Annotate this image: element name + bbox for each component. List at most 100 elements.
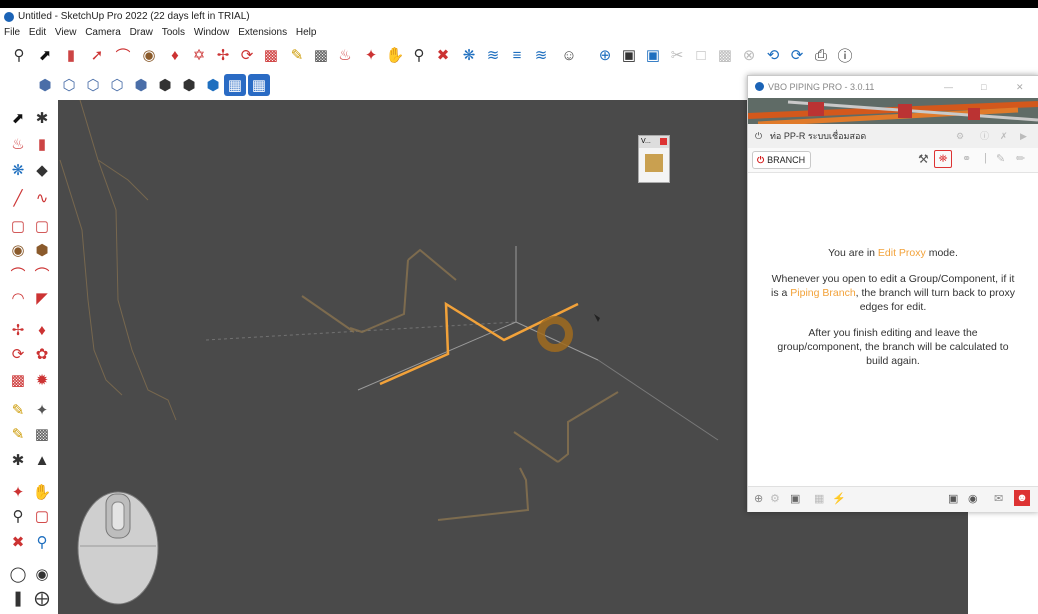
extension-warehouse-icon[interactable]: ≋	[482, 44, 504, 66]
menu-window[interactable]: Window	[194, 27, 230, 38]
circle-icon[interactable]: ◉	[138, 44, 160, 66]
zoom-icon[interactable]: ⚲	[408, 44, 430, 66]
branch-button[interactable]: ⏻ BRANCH	[752, 151, 812, 169]
menu-file[interactable]: File	[4, 27, 20, 38]
doc-icon[interactable]: ▣	[790, 492, 800, 505]
close-window-icon[interactable]: ✕	[1016, 76, 1024, 98]
cut-icon[interactable]: ✂	[666, 44, 688, 66]
pan-nav-icon[interactable]: ✋	[32, 482, 52, 502]
orbit-tool-icon[interactable]: ✱	[32, 108, 52, 128]
zoom-extents-nav-icon[interactable]: ✖	[8, 532, 28, 552]
follow-me-icon[interactable]: ✡	[188, 44, 210, 66]
pencil-line-icon[interactable]: ➚	[86, 44, 108, 66]
back-edges-icon[interactable]: ⬡	[58, 74, 80, 96]
store-icon[interactable]: ▣	[948, 492, 958, 505]
orbit-nav-icon[interactable]: ✦	[8, 482, 28, 502]
menu-tools[interactable]: Tools	[162, 27, 185, 38]
copy-icon[interactable]: □	[690, 44, 712, 66]
orbit-icon[interactable]: ✦	[360, 44, 382, 66]
grid-icon[interactable]: ▦	[814, 492, 824, 505]
offset-tool-icon[interactable]: ✹	[32, 370, 52, 390]
text-icon[interactable]: ▩	[310, 44, 332, 66]
user-icon[interactable]: ☻	[1014, 490, 1030, 506]
xray-style-icon[interactable]: ⬢	[34, 74, 56, 96]
scale-icon[interactable]: ▩	[260, 44, 282, 66]
paste-icon[interactable]: ▩	[714, 44, 736, 66]
protractor-icon[interactable]: ✎	[8, 424, 28, 444]
zoom-nav-icon[interactable]: ⚲	[8, 506, 28, 526]
redo-icon[interactable]: ⟳	[786, 44, 808, 66]
pipe-wrench-icon[interactable]: ✗	[1000, 124, 1008, 148]
select-arrow-icon[interactable]: ⬈	[8, 108, 28, 128]
facebook-icon[interactable]: ◉	[968, 492, 978, 505]
menu-edit[interactable]: Edit	[29, 27, 46, 38]
info-icon[interactable]: ⓘ	[834, 44, 856, 66]
scale-tool-icon[interactable]: ▩	[8, 370, 28, 390]
arc-icon[interactable]: ⌒	[112, 44, 134, 66]
menu-draw[interactable]: Draw	[130, 27, 153, 38]
eraser-icon[interactable]: ▮	[60, 44, 82, 66]
plug-icon[interactable]: ⚡	[832, 492, 846, 505]
piping-plugin-icon-2[interactable]: ▦	[248, 74, 270, 96]
minimize-icon[interactable]: —	[944, 76, 953, 98]
axes-tool-icon[interactable]: ✱	[8, 450, 28, 470]
mail-icon[interactable]: ✉	[994, 492, 1003, 505]
component-tool-icon[interactable]: ❋	[8, 160, 28, 180]
monochrome-icon[interactable]: ⬢	[178, 74, 200, 96]
rectangle-icon[interactable]: ▢	[8, 216, 28, 236]
save-icon[interactable]: ▣	[642, 44, 664, 66]
section-icon[interactable]: ⨁	[32, 588, 52, 608]
piping-plugin-icon-1[interactable]: ▦	[224, 74, 246, 96]
zoom-window-icon[interactable]: ▢	[32, 506, 52, 526]
two-point-arc-icon[interactable]: ⌒	[32, 264, 52, 284]
previous-view-icon[interactable]: ⚲	[32, 532, 52, 552]
three-point-arc-icon[interactable]: ◤	[32, 288, 52, 308]
undo-icon[interactable]: ⟲	[762, 44, 784, 66]
select-tool-icon[interactable]: ⬈	[34, 44, 56, 66]
pen-icon[interactable]: ✏	[1016, 152, 1025, 165]
print-icon[interactable]: ⎙	[810, 44, 832, 66]
pipe-info-icon[interactable]: ⓘ	[980, 124, 989, 148]
shaded-textures-icon[interactable]: ⬢	[154, 74, 176, 96]
open-icon[interactable]: ▣	[618, 44, 640, 66]
arc-tool-icon[interactable]: ⌒	[8, 264, 28, 284]
close-icon[interactable]	[660, 138, 667, 145]
polygon-icon[interactable]: ⬢	[32, 240, 52, 260]
rotate-icon[interactable]: ⟳	[236, 44, 258, 66]
component-icon[interactable]: ⬢	[202, 74, 224, 96]
tape-tool-icon[interactable]: ✎	[8, 400, 28, 420]
circle-tool-icon[interactable]: ◉	[8, 240, 28, 260]
pan-icon[interactable]: ✋	[384, 44, 406, 66]
share-model-icon[interactable]: ≋	[530, 44, 552, 66]
play-icon[interactable]: ▶	[1020, 124, 1027, 148]
floating-toolbar[interactable]: V...	[638, 135, 670, 183]
hidden-line-icon[interactable]: ⬡	[106, 74, 128, 96]
zoom-extents-icon[interactable]: ✖	[432, 44, 454, 66]
pipe-type-row[interactable]: ⏻ ท่อ PP-R ระบบเชื่อมสอด ⚙ ⓘ ✗ ▶	[748, 124, 1038, 148]
move-tool-icon[interactable]: ✢	[8, 320, 28, 340]
line-tool-icon[interactable]: ╱	[8, 188, 28, 208]
delete-icon[interactable]: ⊗	[738, 44, 760, 66]
globe-icon[interactable]: ⊕	[754, 492, 763, 505]
edit-proxy-icon[interactable]: ⛯	[934, 150, 952, 168]
maximize-icon[interactable]: □	[981, 76, 986, 98]
rotate-tool-icon[interactable]: ⟳	[8, 344, 28, 364]
wireframe-icon[interactable]: ⬡	[82, 74, 104, 96]
look-around-icon[interactable]: ◉	[32, 564, 52, 584]
paint-icon[interactable]: ♨	[8, 134, 28, 154]
pie-icon[interactable]: ◠	[8, 288, 28, 308]
eraser-tool-icon[interactable]: ▮	[32, 134, 52, 154]
pipe-tool-icon[interactable]: ⚙	[956, 124, 964, 148]
shaded-icon[interactable]: ⬢	[130, 74, 152, 96]
walk-icon[interactable]: ❚	[8, 588, 28, 608]
layers-icon[interactable]: ≡	[506, 44, 528, 66]
followme-tool-icon[interactable]: ✿	[32, 344, 52, 364]
dimension-tool-icon[interactable]: ✦	[32, 400, 52, 420]
add-icon[interactable]: ⊕	[594, 44, 616, 66]
position-camera-icon[interactable]: ◯	[8, 564, 28, 584]
rotated-rectangle-icon[interactable]: ▢	[32, 216, 52, 236]
menu-camera[interactable]: Camera	[85, 27, 121, 38]
freehand-icon[interactable]: ∿	[32, 188, 52, 208]
text-tool-icon[interactable]: ▩	[32, 424, 52, 444]
link-icon[interactable]: ⚭	[962, 152, 971, 165]
